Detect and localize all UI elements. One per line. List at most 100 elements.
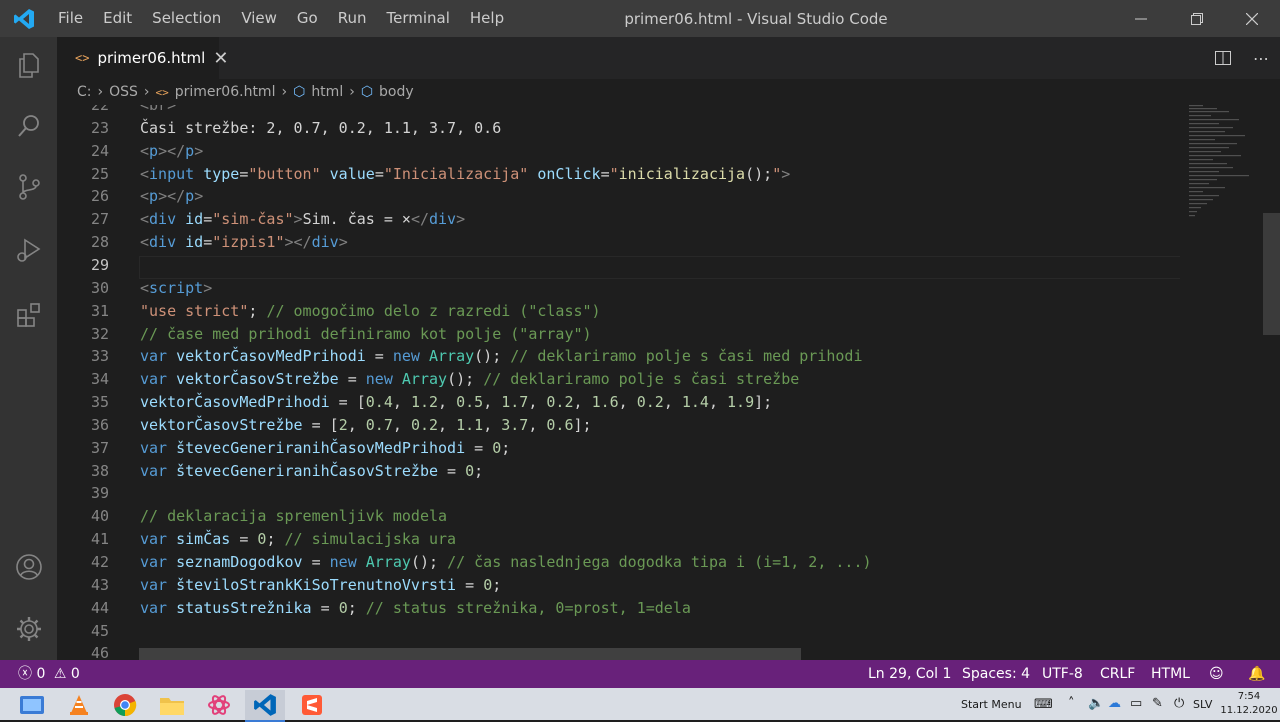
code-text: Časi strežbe: 2, 0.7, 0.2, 1.1, 3.7, 0.6 <box>140 117 501 140</box>
run-debug-button[interactable] <box>0 228 57 272</box>
menu-file[interactable]: File <box>48 0 93 37</box>
code-token: , <box>483 415 502 434</box>
taskbar-app-pink[interactable] <box>199 690 239 720</box>
more-actions-icon[interactable]: ⋯ <box>1242 49 1280 68</box>
gear-icon <box>16 617 41 641</box>
code-token: seznamDogodkov <box>176 553 303 571</box>
breadcrumb-html[interactable]: html <box>311 84 343 100</box>
source-control-button[interactable] <box>0 165 57 209</box>
code-token: = <box>465 438 493 457</box>
code-token: > <box>456 210 466 229</box>
code-token: = <box>311 598 339 617</box>
indentation-setting[interactable]: Spaces: 4 <box>962 660 1030 688</box>
line-number: 34 <box>90 370 109 389</box>
feedback-icon[interactable]: ☺ <box>1209 660 1224 688</box>
line-number: 35 <box>90 393 109 412</box>
close-window-button[interactable] <box>1229 0 1275 37</box>
code-token: številoStrankKiSoTrenutnoVvrsti <box>176 575 457 594</box>
code-token: , <box>618 393 637 412</box>
code-token: ; <box>248 301 267 320</box>
code-editor[interactable]: 22 <br> 23 Časi strežbe: 2, 0.7, 0.2, 1.1, … <box>57 105 1180 660</box>
breadcrumb-folder[interactable]: OSS <box>109 84 138 100</box>
taskbar-vlc[interactable] <box>59 690 99 720</box>
clock-time[interactable]: 7:54 <box>1229 691 1269 702</box>
code-token: = <box>374 164 384 183</box>
clock-date[interactable]: 11.12.2020 <box>1219 705 1279 716</box>
network-icon[interactable]: ▭ <box>1130 696 1142 711</box>
tray-chevron-icon[interactable]: ˄ <box>1068 696 1075 711</box>
input-language[interactable]: SLV <box>1193 698 1212 711</box>
start-button[interactable] <box>12 690 52 720</box>
menu-terminal[interactable]: Terminal <box>377 0 460 37</box>
keyboard-icon[interactable]: ⌨ <box>1034 697 1053 712</box>
onedrive-icon[interactable]: ☁ <box>1108 696 1121 711</box>
tab-close-icon[interactable]: ✕ <box>213 48 228 69</box>
account-icon <box>15 554 42 580</box>
code-token: 0.2 <box>546 393 574 412</box>
code-text: vektorČasovStrežbe = [2, 0.7, 0.2, 1.1, … <box>140 414 592 437</box>
restore-icon <box>1191 12 1203 25</box>
vertical-scrollbar[interactable] <box>1263 105 1280 660</box>
code-token: 1.4 <box>681 393 709 412</box>
extensions-button[interactable] <box>0 293 57 337</box>
edit-icon[interactable]: ✎ <box>1152 696 1163 711</box>
start-menu-label[interactable]: Start Menu <box>961 698 1022 711</box>
menu-view[interactable]: View <box>231 0 287 37</box>
code-token: var <box>140 553 168 571</box>
code-text: var številoStrankKiSoTrenutnoVvrsti = 0; <box>140 574 501 597</box>
explorer-button[interactable] <box>0 43 57 87</box>
code-token: ; <box>347 598 366 617</box>
accounts-button[interactable] <box>0 545 57 589</box>
language-mode[interactable]: HTML <box>1151 660 1190 688</box>
tab-label: primer06.html <box>97 49 206 67</box>
code-token: , <box>708 393 728 412</box>
code-token: Sim. čas = × <box>302 210 411 229</box>
tab-primer06-html[interactable]: <> primer06.html ✕ <box>57 37 228 79</box>
menu-help[interactable]: Help <box>460 0 514 37</box>
breadcrumb-drive[interactable]: C: <box>77 84 92 100</box>
vlc-cone-icon <box>70 695 88 715</box>
start-icon <box>20 696 44 714</box>
code-token: , <box>573 393 592 412</box>
taskbar-chrome[interactable] <box>105 690 145 720</box>
code-token: 1.7 <box>501 393 529 412</box>
vertical-scrollbar-thumb[interactable] <box>1263 213 1280 335</box>
code-token: // čase med prihodi definiramo kot polje… <box>140 324 592 343</box>
line-number: 24 <box>90 141 109 160</box>
power-icon[interactable]: ⏻ <box>1174 696 1184 711</box>
breadcrumb-file[interactable]: primer06.html <box>175 84 276 100</box>
volume-icon[interactable]: 🔈 <box>1088 696 1104 711</box>
menu-selection[interactable]: Selection <box>142 0 231 37</box>
horizontal-scrollbar-thumb[interactable] <box>139 648 801 660</box>
code-token: < <box>140 141 150 160</box>
menu-run[interactable]: Run <box>328 0 377 37</box>
manage-button[interactable] <box>0 607 57 651</box>
cursor-position[interactable]: Ln 29, Col 1 <box>868 660 951 688</box>
notifications-icon[interactable]: 🔔 <box>1248 660 1265 688</box>
code-text: <p></p> <box>140 140 203 163</box>
code-token: value <box>329 164 375 183</box>
taskbar-file-explorer[interactable] <box>152 690 192 720</box>
code-token: ]; <box>754 393 773 412</box>
split-editor-button[interactable] <box>1204 50 1242 66</box>
editor-actions: ⋯ <box>1204 37 1280 79</box>
restore-button[interactable] <box>1174 0 1220 37</box>
taskbar-sublime[interactable] <box>292 690 332 720</box>
search-button[interactable] <box>0 104 57 148</box>
minimap[interactable] <box>1180 105 1263 660</box>
close-icon <box>1246 12 1258 25</box>
breadcrumb-body[interactable]: body <box>379 84 414 100</box>
encoding-setting[interactable]: UTF-8 <box>1042 660 1083 688</box>
taskbar-vscode[interactable] <box>245 690 285 722</box>
eol-setting[interactable]: CRLF <box>1100 660 1135 688</box>
minimize-button[interactable] <box>1118 0 1164 37</box>
code-token: 0.7 <box>365 415 393 434</box>
menu-go[interactable]: Go <box>287 0 328 37</box>
error-count: 0 <box>36 666 46 682</box>
problems-indicator[interactable]: ⓧ 0 ⚠ 0 <box>18 660 80 688</box>
menu-edit[interactable]: Edit <box>93 0 142 37</box>
